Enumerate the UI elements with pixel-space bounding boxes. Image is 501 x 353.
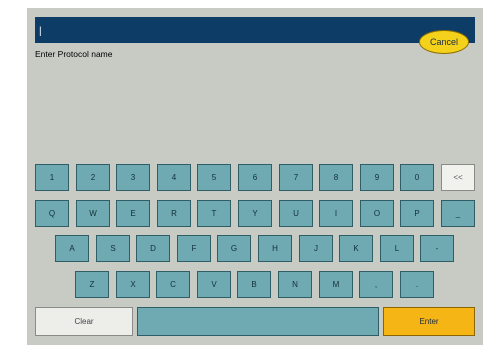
key-row2-8[interactable]: O [360, 200, 394, 227]
key-row2-0[interactable]: Q [35, 200, 69, 227]
key-row3-7[interactable]: K [339, 235, 373, 262]
space-bar[interactable] [137, 307, 379, 336]
key-row1-8[interactable]: 9 [360, 164, 394, 191]
key-row4-3[interactable]: V [197, 271, 231, 298]
key-row2-7[interactable]: I [319, 200, 353, 227]
key-row3-4[interactable]: G [217, 235, 251, 262]
clear-button[interactable]: Clear [35, 307, 133, 336]
key-row2-10[interactable]: _ [441, 200, 475, 227]
key-row1-2[interactable]: 3 [116, 164, 150, 191]
key-row1-7[interactable]: 8 [319, 164, 353, 191]
key-row2-3[interactable]: R [157, 200, 191, 227]
key-row1-3[interactable]: 4 [157, 164, 191, 191]
key-row2-1[interactable]: W [76, 200, 110, 227]
key-row3-2[interactable]: D [136, 235, 170, 262]
key-row4-4[interactable]: B [237, 271, 271, 298]
key-row4-2[interactable]: C [156, 271, 190, 298]
key-row2-4[interactable]: T [197, 200, 231, 227]
input-value: | [39, 26, 42, 37]
cancel-button[interactable]: Cancel [419, 30, 469, 54]
key-row4-8[interactable]: . [400, 271, 434, 298]
key-row4-5[interactable]: N [278, 271, 312, 298]
protocol-name-input[interactable]: | [35, 17, 475, 43]
enter-button[interactable]: Enter [383, 307, 475, 336]
key-row4-7[interactable]: , [359, 271, 393, 298]
key-row4-0[interactable]: Z [75, 271, 109, 298]
key-row4-1[interactable]: X [116, 271, 150, 298]
key-row3-1[interactable]: S [96, 235, 130, 262]
key-row4-6[interactable]: M [319, 271, 353, 298]
key-row1-1[interactable]: 2 [76, 164, 110, 191]
key-row1-9[interactable]: 0 [400, 164, 434, 191]
prompt-label: Enter Protocol name [35, 49, 113, 59]
key-row3-0[interactable]: A [55, 235, 89, 262]
key-row3-5[interactable]: H [258, 235, 292, 262]
key-row2-2[interactable]: E [116, 200, 150, 227]
key-row2-5[interactable]: Y [238, 200, 272, 227]
key-row1-10[interactable]: << [441, 164, 475, 191]
key-row2-6[interactable]: U [279, 200, 313, 227]
key-row3-9[interactable]: - [420, 235, 454, 262]
key-row1-5[interactable]: 6 [238, 164, 272, 191]
key-row3-8[interactable]: L [380, 235, 414, 262]
key-row1-0[interactable]: 1 [35, 164, 69, 191]
key-row3-6[interactable]: J [299, 235, 333, 262]
key-row3-3[interactable]: F [177, 235, 211, 262]
key-row1-4[interactable]: 5 [197, 164, 231, 191]
key-row2-9[interactable]: P [400, 200, 434, 227]
key-row1-6[interactable]: 7 [279, 164, 313, 191]
